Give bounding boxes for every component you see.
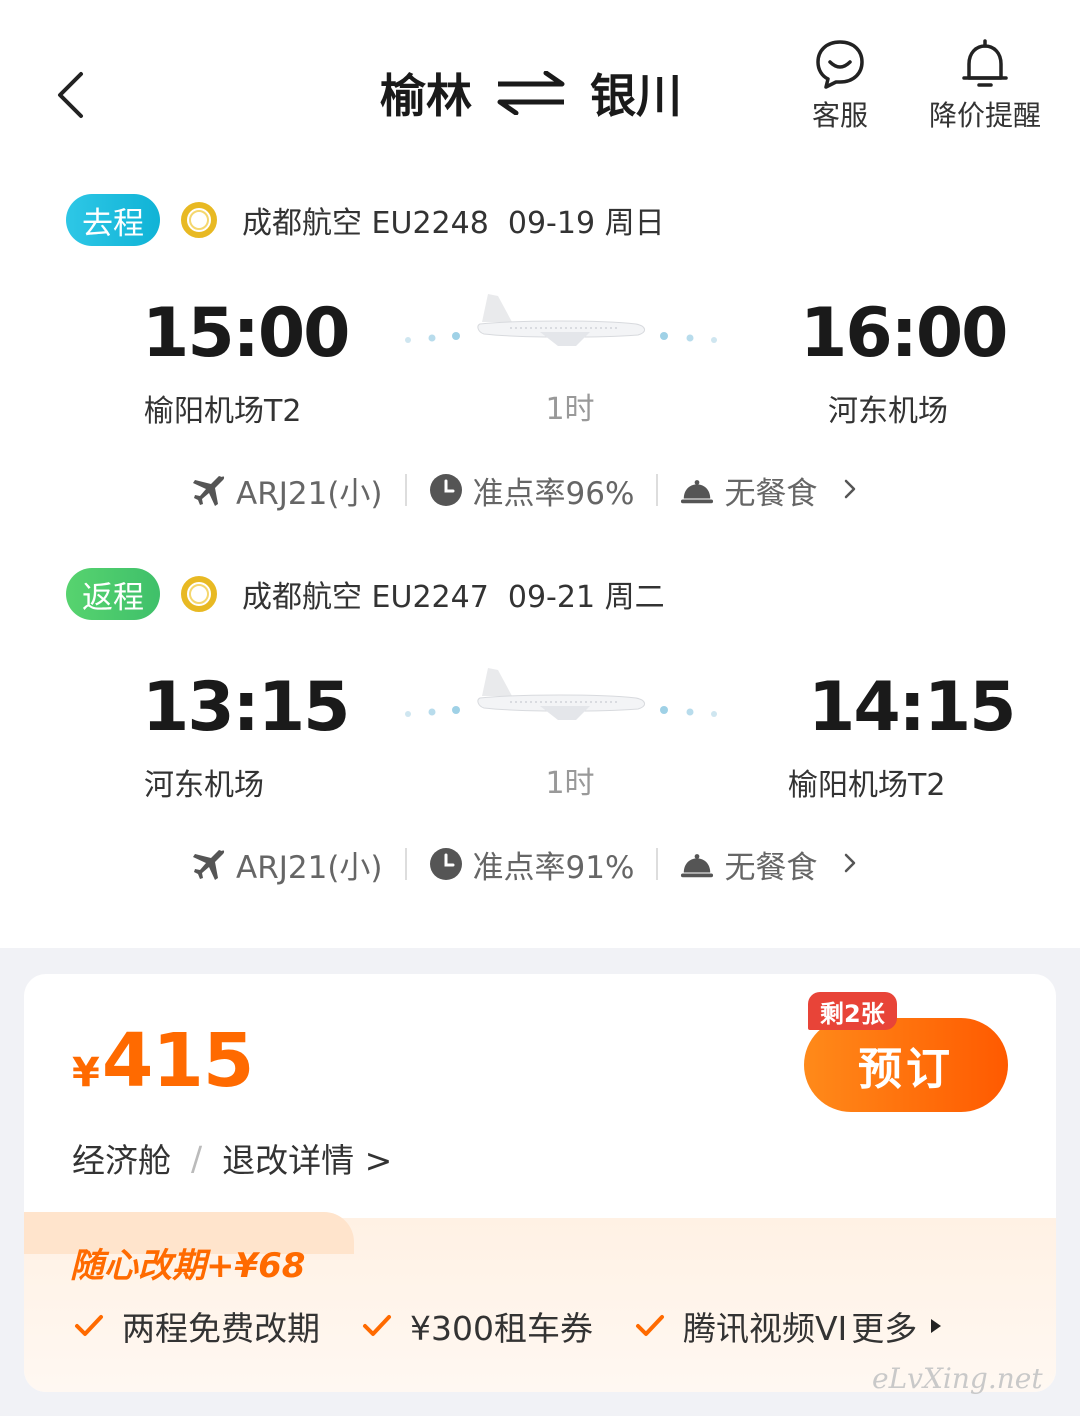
on-time-rate: 准点率96% [472,475,635,512]
outbound-badge: 去程 [66,194,160,246]
flight-duration: 1时 [545,392,595,427]
benefit-item: ¥300租车券 [362,1302,593,1350]
bundle-benefits: 两程免费改期 ¥300租车券 腾讯视频VI 更多 [74,1302,945,1350]
flight-info: 成都航空 EU2248 09-19 周日 [242,206,665,241]
airline-logo-icon [181,576,217,612]
more-link[interactable]: 更多 [851,1302,945,1350]
flight-duration: 1时 [545,766,595,801]
bell-icon [962,39,1008,87]
airline-logo-icon [181,202,217,238]
benefit-label: 腾讯视频VI [682,1309,848,1348]
tickets-left-badge: 剩2张 [808,992,897,1030]
segment-header: 返程 成都航空 EU2247 09-21 周二 [66,568,665,620]
chat-smile-icon [816,40,864,89]
arrival-airport: 河东机场 [828,394,948,429]
airplane-icon [405,668,717,720]
meal-info: 无餐食 [724,475,818,512]
divider [404,848,407,880]
price-alert-label: 降价提醒 [928,99,1041,132]
triangle-right-icon [931,1319,942,1333]
price: ¥ 415 [72,1018,254,1104]
plane-icon [192,847,226,881]
departure-airport: 榆阳机场T2 [144,394,302,429]
divider [656,474,659,506]
check-icon [75,1315,103,1336]
arrival-time: 14:15 [808,668,1016,747]
meal-cloche-icon [680,473,714,507]
benefit-item: 腾讯视频VI [635,1302,847,1350]
fare-card: ¥ 415 经济舱 / 退改详情 > 剩2张 预订 随心改期+¥68 两程免费改… [24,974,1056,1392]
refund-details-link[interactable]: 退改详情 > [222,1134,392,1182]
airplane-icon [405,294,717,346]
meal-info: 无餐食 [724,849,818,886]
origin-city: 榆林 [380,69,472,123]
benefit-item: 两程免费改期 [74,1302,320,1350]
bundle-title: 随心改期+¥68 [70,1246,306,1286]
cabin-row: 经济舱 / 退改详情 > [72,1134,392,1182]
cabin-class: 经济舱 [72,1141,171,1180]
departure-time: 13:15 [142,668,350,747]
aircraft-type: ARJ21(小) [236,475,383,512]
price-value: 415 [101,1018,254,1104]
return-badge: 返程 [66,568,160,620]
route-title[interactable]: 榆林 银川 [380,58,682,128]
chevron-right-icon [843,472,857,508]
check-icon [363,1315,391,1336]
plane-icon [192,473,226,507]
divider [404,474,407,506]
divider-slash: / [191,1138,203,1178]
currency-symbol: ¥ [72,1050,100,1096]
back-button[interactable] [40,60,100,130]
swap-icon [497,71,565,115]
benefit-label: ¥300租车券 [410,1309,593,1348]
flight-meta[interactable]: ARJ21(小) 准点率96% 无餐食 [192,468,857,512]
meal-cloche-icon [680,847,714,881]
price-alert-button[interactable]: 降价提醒 [918,38,1052,134]
top-bar: 榆林 银川 客服 降价提醒 [0,0,1080,160]
flight-info: 成都航空 EU2247 09-21 周二 [242,580,665,615]
service-label: 客服 [811,99,868,132]
arrival-time: 16:00 [800,294,1008,373]
destination-city: 银川 [590,69,682,123]
book-button[interactable]: 预订 [804,1018,1008,1112]
departure-airport: 河东机场 [144,768,264,803]
clock-icon [429,847,463,881]
divider [656,848,659,880]
more-label: 更多 [851,1309,918,1348]
chevron-left-icon [58,72,83,118]
departure-time: 15:00 [142,294,350,373]
on-time-rate: 准点率91% [472,849,635,886]
arrival-airport: 榆阳机场T2 [788,768,946,803]
customer-service-button[interactable]: 客服 [802,38,878,134]
check-icon [635,1315,664,1336]
segment-header: 去程 成都航空 EU2248 09-19 周日 [66,194,665,246]
flight-path [400,668,720,728]
aircraft-type: ARJ21(小) [236,849,383,886]
flight-path [400,294,720,354]
chevron-right-icon [843,846,857,882]
benefit-label: 两程免费改期 [122,1309,320,1348]
clock-icon [429,473,463,507]
flight-meta[interactable]: ARJ21(小) 准点率91% 无餐食 [192,842,857,886]
watermark: eLvXing.net [872,1362,1043,1395]
